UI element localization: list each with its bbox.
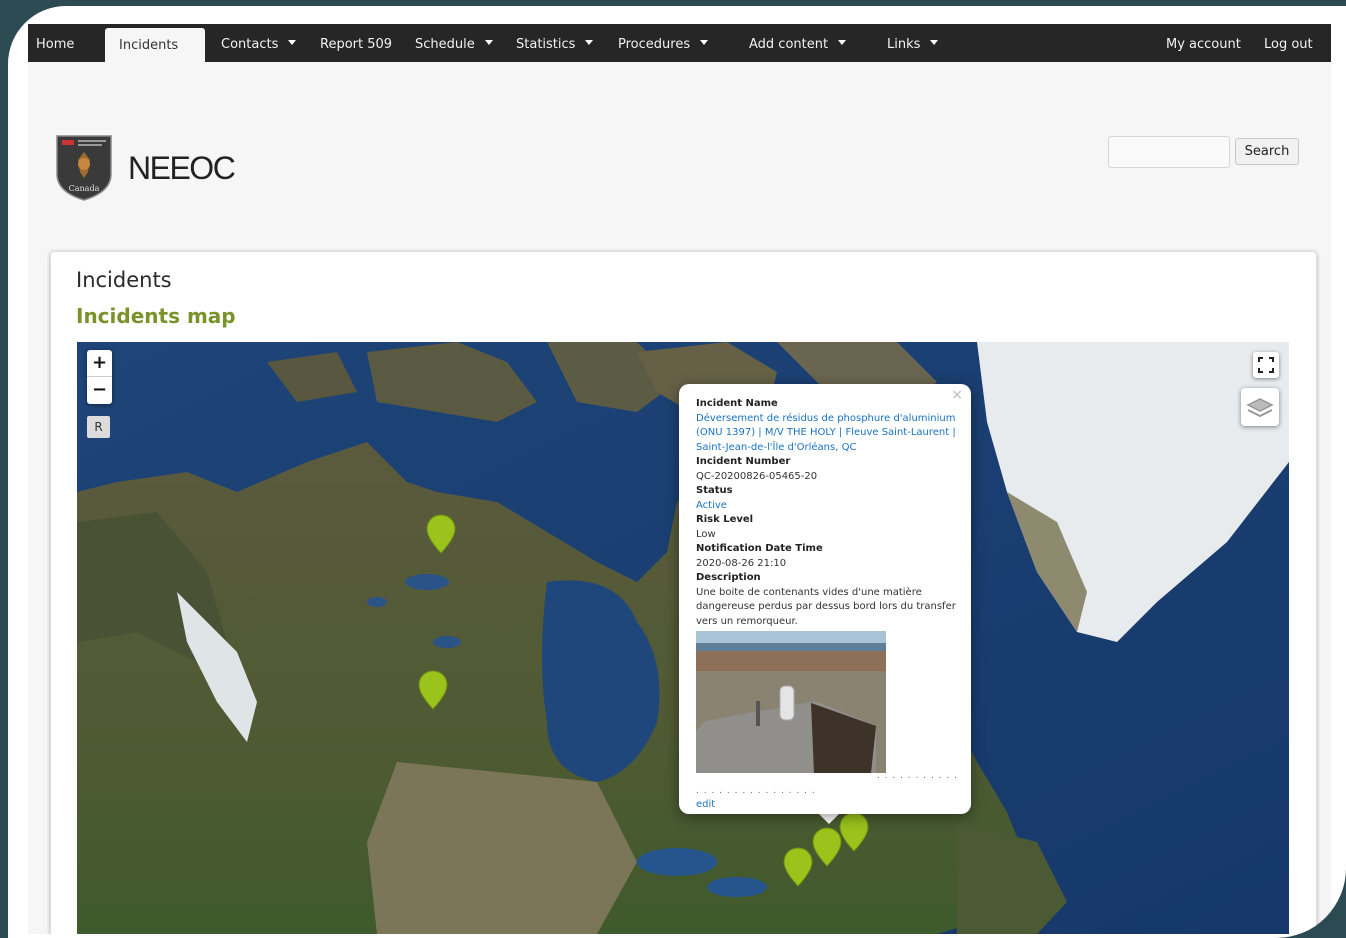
reset-view-button[interactable]: R (87, 416, 110, 438)
fullscreen-icon (1258, 357, 1274, 373)
description-value: Une boite de contenants vides d'une mati… (696, 586, 956, 627)
search-input[interactable] (1108, 136, 1230, 168)
zoom-in-button[interactable]: + (87, 350, 112, 377)
risk-level-label: Risk Level (696, 514, 754, 525)
layers-icon (1246, 398, 1274, 418)
chevron-down-icon (930, 40, 939, 45)
incident-marker-selected[interactable] (812, 827, 842, 867)
nav-contacts[interactable]: Contacts (221, 24, 297, 62)
nav-incidents[interactable]: Incidents (105, 28, 205, 62)
screen-frame: Home Incidents Contacts Report 509 Sched… (8, 6, 1346, 938)
nav-add-content-label: Add content (749, 37, 829, 52)
logo-text: Canada (69, 184, 100, 193)
incident-photo (696, 631, 886, 773)
incident-marker[interactable] (418, 670, 448, 710)
incident-marker[interactable] (839, 812, 869, 852)
incident-name-link[interactable]: Déversement de résidus de phosphure d'al… (696, 412, 958, 456)
description-label: Description (696, 572, 761, 583)
nav-links[interactable]: Links (887, 24, 939, 62)
site-logo[interactable]: Canada (54, 134, 114, 202)
site-name[interactable]: NEEOC (128, 150, 236, 187)
chevron-down-icon (484, 40, 493, 45)
page-title: Incidents (76, 268, 172, 292)
search-button[interactable]: Search (1235, 138, 1299, 165)
nav-statistics-label: Statistics (516, 37, 576, 52)
fullscreen-button[interactable] (1253, 352, 1279, 378)
nav-procedures-label: Procedures (618, 37, 691, 52)
edit-link[interactable]: edit (696, 798, 958, 813)
incidents-map[interactable]: + − R × Incident Name Déversement de rés… (77, 342, 1289, 934)
notification-date-label: Notification Date Time (696, 543, 823, 554)
status-value[interactable]: Active (696, 499, 958, 514)
section-title: Incidents map (76, 304, 236, 328)
nav-statistics[interactable]: Statistics (516, 24, 594, 62)
nav-procedures[interactable]: Procedures (618, 24, 709, 62)
risk-level-value: Low (696, 528, 716, 540)
zoom-control: + − (87, 350, 112, 404)
nav-contacts-label: Contacts (221, 37, 279, 52)
main-nav: Home Incidents Contacts Report 509 Sched… (28, 24, 1331, 62)
incident-name-label: Incident Name (696, 398, 778, 409)
nav-report509[interactable]: Report 509 (320, 24, 392, 62)
nav-add-content[interactable]: Add content (749, 24, 847, 62)
zoom-out-button[interactable]: − (87, 377, 112, 403)
status-label: Status (696, 485, 733, 496)
nav-schedule[interactable]: Schedule (415, 24, 493, 62)
chevron-down-icon (585, 40, 594, 45)
incident-number-label: Incident Number (696, 456, 791, 467)
layers-button[interactable] (1241, 388, 1279, 426)
nav-links-label: Links (887, 37, 921, 52)
nav-log-out[interactable]: Log out (1264, 24, 1313, 62)
nav-my-account[interactable]: My account (1166, 24, 1241, 62)
incident-number-value: QC-20200826-05465-20 (696, 470, 818, 482)
nav-home[interactable]: Home (36, 24, 74, 62)
nav-schedule-label: Schedule (415, 37, 475, 52)
incident-marker[interactable] (783, 847, 813, 887)
attachment-separator: . . . . . . . . . . . . . . . . (696, 785, 816, 796)
chevron-down-icon (700, 40, 709, 45)
chevron-down-icon (838, 40, 847, 45)
incident-popup: × Incident Name Déversement de résidus d… (679, 384, 971, 814)
chevron-down-icon (288, 40, 297, 45)
page: Home Incidents Contacts Report 509 Sched… (28, 24, 1331, 934)
notification-date-value: 2020-08-26 21:10 (696, 557, 787, 569)
incident-marker[interactable] (426, 514, 456, 554)
